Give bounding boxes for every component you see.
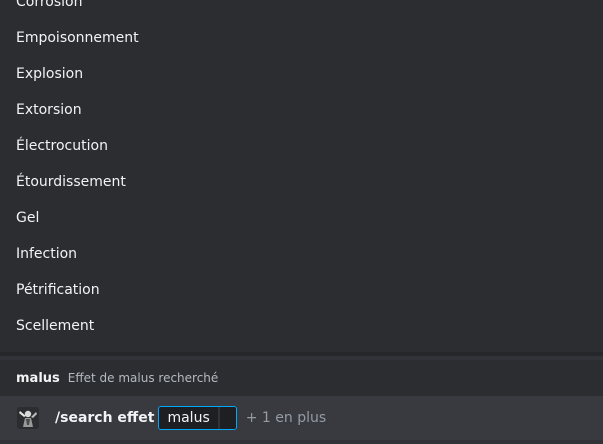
autocomplete-popup: Corrosion Empoisonnement Explosion Extor… xyxy=(0,0,603,352)
option-label: Infection xyxy=(16,246,78,262)
option-label: Empoisonnement xyxy=(16,30,139,46)
autocomplete-option[interactable]: Explosion xyxy=(0,56,603,92)
autocomplete-option[interactable]: Empoisonnement xyxy=(0,20,603,56)
autocomplete-option-list: Corrosion Empoisonnement Explosion Extor… xyxy=(0,0,603,344)
bot-avatar-icon xyxy=(17,407,39,429)
option-label: Gel xyxy=(16,210,40,226)
autocomplete-option[interactable]: Électrocution xyxy=(0,128,603,164)
autocomplete-option[interactable]: Extorsion xyxy=(0,92,603,128)
command-name: /search effet xyxy=(55,410,155,426)
bot-avatar-graphic xyxy=(17,407,39,429)
more-options-label[interactable]: + 1 en plus xyxy=(246,410,326,426)
option-label: Électrocution xyxy=(16,138,108,154)
option-hint-bar: malus Effet de malus recherché xyxy=(0,360,603,396)
autocomplete-option[interactable]: Pétrification xyxy=(0,272,603,308)
autocomplete-option[interactable]: Infection xyxy=(0,236,603,272)
option-label: Scellement xyxy=(16,318,95,334)
autocomplete-option[interactable]: Étourdissement xyxy=(0,164,603,200)
option-hint-description: Effet de malus recherché xyxy=(67,371,219,385)
option-chip-input-area[interactable] xyxy=(217,407,236,429)
option-chip-value[interactable]: malus xyxy=(159,407,218,429)
command-option-chip[interactable]: malus xyxy=(158,406,237,430)
autocomplete-option[interactable]: Gel xyxy=(0,200,603,236)
option-label: Extorsion xyxy=(16,102,82,118)
popup-divider xyxy=(0,352,603,356)
discord-chat-screen: Corrosion Empoisonnement Explosion Extor… xyxy=(0,0,603,444)
autocomplete-option[interactable]: Scellement xyxy=(0,308,603,344)
option-hint-name: malus xyxy=(16,370,60,386)
option-label: Corrosion xyxy=(16,0,83,10)
option-label: Pétrification xyxy=(16,282,100,298)
option-label: Explosion xyxy=(16,66,84,82)
slash-command-input[interactable]: /search effet malus + 1 en plus xyxy=(0,396,603,440)
option-label: Étourdissement xyxy=(16,174,126,190)
autocomplete-option[interactable]: Corrosion xyxy=(0,0,603,20)
